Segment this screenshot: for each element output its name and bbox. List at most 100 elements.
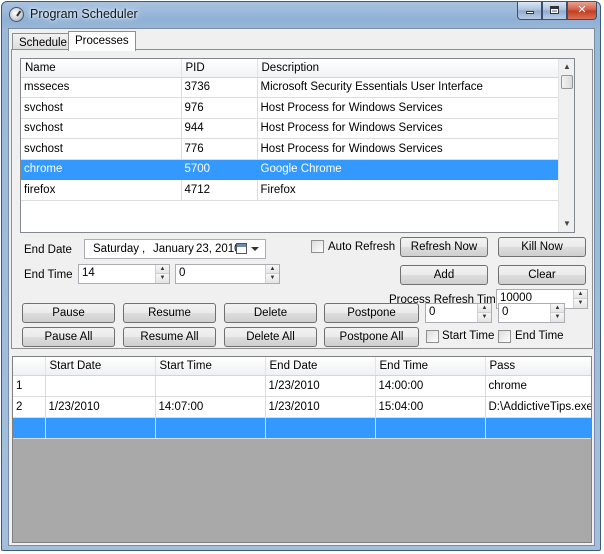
column-header-pid[interactable]: PID bbox=[181, 59, 258, 78]
end-hour-value: 14 bbox=[82, 267, 95, 279]
end-date-cell[interactable]: 1/23/2010 bbox=[265, 396, 376, 418]
end-time-cell[interactable]: 14:00:00 bbox=[375, 375, 486, 397]
end-time-cell[interactable] bbox=[375, 417, 486, 439]
process-row[interactable]: svchost 976 Host Process for Windows Ser… bbox=[21, 97, 560, 119]
decrement-icon[interactable]: ▼ bbox=[573, 299, 587, 308]
process-description: Google Chrome bbox=[257, 159, 560, 180]
start-time-checkbox[interactable] bbox=[426, 330, 439, 343]
pass-cell[interactable]: D:\AddictiveTips.exe bbox=[485, 396, 591, 418]
process-list-scrollbar[interactable]: ▲ ▼ bbox=[558, 59, 574, 232]
decrement-icon[interactable]: ▼ bbox=[265, 274, 279, 283]
start-time-cell[interactable]: 14:07:00 bbox=[155, 396, 266, 418]
process-pid: 944 bbox=[181, 118, 258, 139]
minimize-button[interactable] bbox=[517, 2, 542, 20]
process-description: Firefox bbox=[257, 179, 560, 201]
scroll-thumb[interactable] bbox=[561, 75, 573, 89]
process-name: svchost bbox=[21, 97, 182, 119]
end-date-picker[interactable]: Saturday , January 23, 2010 bbox=[84, 239, 266, 259]
chevron-down-icon[interactable] bbox=[251, 247, 259, 251]
decrement-icon[interactable]: ▼ bbox=[550, 313, 564, 322]
postpone-all-button[interactable]: Postpone All bbox=[324, 327, 419, 347]
column-header-end-date[interactable]: End Date bbox=[265, 357, 376, 376]
delete-all-button[interactable]: Delete All bbox=[224, 327, 317, 347]
end-date-month[interactable]: January bbox=[153, 243, 194, 255]
resume-button[interactable]: Resume bbox=[123, 303, 216, 323]
start-time-checkbox-label: Start Time bbox=[442, 330, 495, 342]
end-time-cell[interactable]: 15:04:00 bbox=[375, 396, 486, 418]
schedule-row-new[interactable] bbox=[13, 417, 591, 439]
decrement-icon[interactable]: ▼ bbox=[155, 274, 169, 283]
schedule-grid-header: Start Date Start Time End Date End Time … bbox=[13, 357, 591, 376]
column-header-end-time[interactable]: End Time bbox=[375, 357, 486, 376]
start-time-cell[interactable] bbox=[155, 417, 266, 439]
end-time-checkbox[interactable] bbox=[498, 330, 511, 343]
resume-all-button[interactable]: Resume All bbox=[123, 327, 216, 347]
process-name: svchost bbox=[21, 138, 182, 160]
process-row[interactable]: msseces 3736 Microsoft Security Essentia… bbox=[21, 77, 560, 98]
postpone-value-2: 0 bbox=[502, 306, 509, 318]
calendar-icon[interactable] bbox=[236, 243, 247, 254]
column-header-row-number[interactable] bbox=[13, 357, 46, 376]
maximize-button[interactable] bbox=[542, 2, 567, 20]
process-row[interactable]: firefox 4712 Firefox bbox=[21, 179, 560, 201]
start-date-cell[interactable] bbox=[45, 417, 156, 439]
column-header-name[interactable]: Name bbox=[21, 59, 182, 78]
scroll-down-icon[interactable]: ▼ bbox=[559, 216, 574, 232]
tab-processes[interactable]: Processes bbox=[68, 31, 136, 51]
column-header-start-date[interactable]: Start Date bbox=[45, 357, 156, 376]
clock-icon bbox=[9, 7, 24, 22]
pass-cell[interactable]: chrome bbox=[485, 375, 591, 397]
increment-icon[interactable]: ▲ bbox=[477, 304, 491, 313]
pause-all-button[interactable]: Pause All bbox=[22, 327, 115, 347]
column-header-description[interactable]: Description bbox=[257, 59, 560, 78]
end-date-cell[interactable]: 1/23/2010 bbox=[265, 375, 376, 397]
title-bar[interactable]: Program Scheduler ✕ bbox=[2, 2, 600, 28]
schedule-row[interactable]: 1 1/23/2010 14:00:00 chrome bbox=[13, 375, 591, 397]
tab-schedule[interactable]: Schedule bbox=[12, 33, 74, 50]
pass-cell[interactable] bbox=[485, 417, 591, 439]
clear-button[interactable]: Clear bbox=[498, 265, 586, 285]
scroll-up-icon[interactable]: ▲ bbox=[559, 59, 574, 75]
increment-icon[interactable]: ▲ bbox=[265, 265, 279, 274]
process-description: Host Process for Windows Services bbox=[257, 118, 560, 139]
process-pid: 4712 bbox=[181, 179, 258, 201]
end-date-day[interactable]: 23, bbox=[196, 243, 212, 255]
end-hour-stepper[interactable]: 14 ▲ ▼ bbox=[78, 264, 170, 284]
increment-icon[interactable]: ▲ bbox=[155, 265, 169, 274]
add-button[interactable]: Add bbox=[400, 265, 488, 285]
process-name: msseces bbox=[21, 77, 182, 98]
start-date-cell[interactable]: 1/23/2010 bbox=[45, 396, 156, 418]
column-header-pass[interactable]: Pass bbox=[485, 357, 591, 376]
start-date-cell[interactable] bbox=[45, 375, 156, 397]
start-time-cell[interactable] bbox=[155, 375, 266, 397]
end-minute-stepper[interactable]: 0 ▲ ▼ bbox=[175, 264, 280, 284]
postpone-value-2-stepper[interactable]: 0 ▲ ▼ bbox=[498, 303, 565, 323]
refresh-now-button[interactable]: Refresh Now bbox=[400, 237, 488, 257]
end-date-separator: , bbox=[142, 243, 146, 255]
schedule-grid[interactable]: Start Date Start Time End Date End Time … bbox=[12, 356, 592, 543]
decrement-icon[interactable]: ▼ bbox=[477, 313, 491, 322]
end-date-weekday[interactable]: Saturday bbox=[93, 243, 139, 255]
schedule-row[interactable]: 2 1/23/2010 14:07:00 1/23/2010 15:04:00 … bbox=[13, 396, 591, 418]
process-row-selected[interactable]: chrome 5700 Google Chrome bbox=[21, 159, 560, 180]
increment-icon[interactable]: ▲ bbox=[573, 290, 587, 299]
postpone-value-1-stepper[interactable]: 0 ▲ ▼ bbox=[425, 303, 492, 323]
close-button[interactable]: ✕ bbox=[567, 2, 597, 20]
delete-button[interactable]: Delete bbox=[224, 303, 317, 323]
end-date-cell[interactable] bbox=[265, 417, 376, 439]
increment-icon[interactable]: ▲ bbox=[550, 304, 564, 313]
window-title: Program Scheduler bbox=[30, 7, 138, 21]
process-row[interactable]: svchost 944 Host Process for Windows Ser… bbox=[21, 118, 560, 139]
maximize-icon bbox=[550, 6, 559, 14]
column-header-start-time[interactable]: Start Time bbox=[155, 357, 266, 376]
postpone-button[interactable]: Postpone bbox=[324, 303, 419, 323]
process-description: Host Process for Windows Services bbox=[257, 97, 560, 119]
process-row[interactable]: svchost 776 Host Process for Windows Ser… bbox=[21, 138, 560, 160]
process-list-header: Name PID Description bbox=[21, 59, 560, 78]
row-number bbox=[13, 417, 46, 439]
pause-button[interactable]: Pause bbox=[22, 303, 115, 323]
auto-refresh-checkbox[interactable] bbox=[311, 240, 324, 253]
end-time-label: End Time bbox=[24, 269, 73, 281]
process-list[interactable]: Name PID Description msseces 3736 Micros… bbox=[20, 58, 575, 233]
kill-now-button[interactable]: Kill Now bbox=[498, 237, 586, 257]
